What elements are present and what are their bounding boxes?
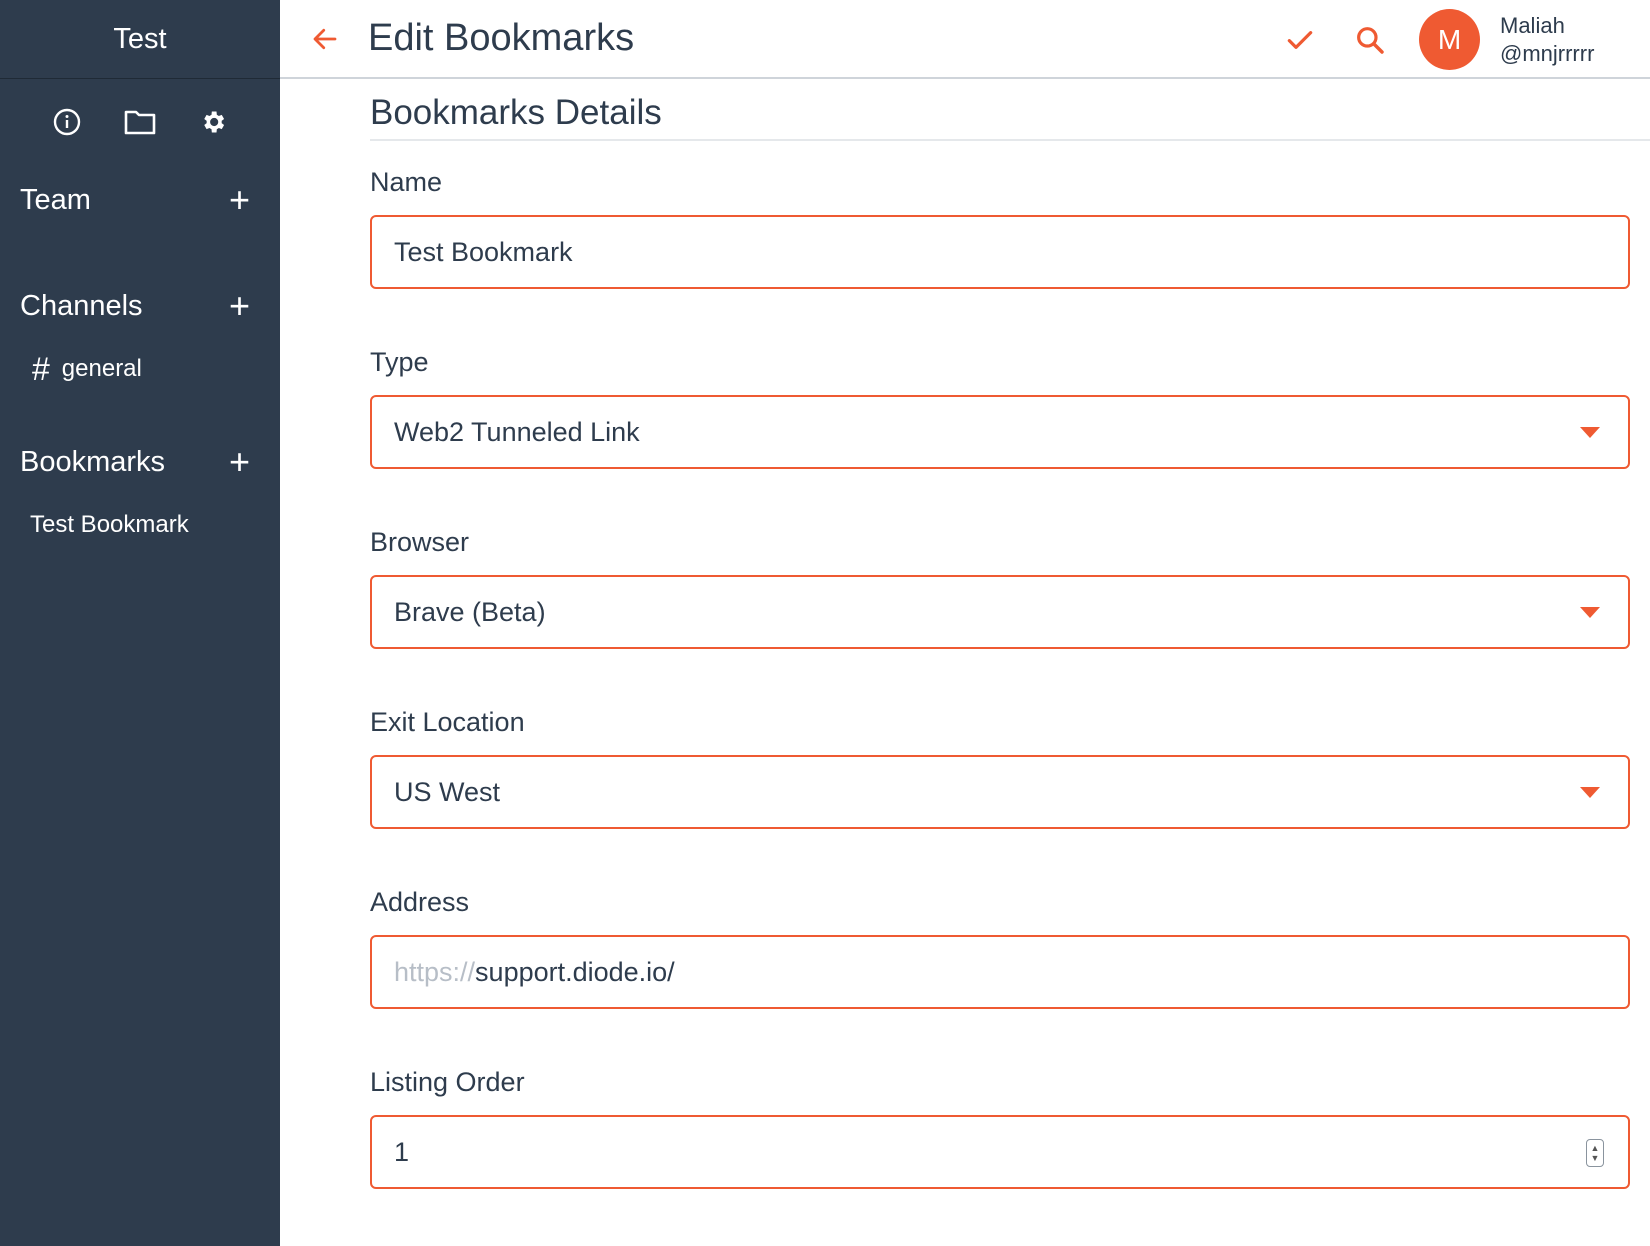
sidebar: Test Team + Channels + # general Bookmar… — [0, 0, 280, 1246]
add-channel-button[interactable]: + — [229, 288, 250, 324]
sidebar-section-team: Team + — [0, 165, 280, 235]
type-value: Web2 Tunneled Link — [394, 416, 640, 447]
type-select[interactable]: Web2 Tunneled Link — [370, 395, 1630, 469]
channel-label: general — [61, 355, 142, 382]
folder-icon[interactable] — [123, 105, 157, 139]
save-check-button[interactable] — [1265, 0, 1335, 79]
bookmark-form: Bookmarks Details Name Test Bookmark Typ… — [370, 79, 1650, 1246]
address-prefix: https:// — [394, 956, 476, 987]
add-team-button[interactable]: + — [229, 182, 250, 218]
address-input[interactable]: https:// support.diode.io/ — [370, 935, 1630, 1009]
name-label: Name — [370, 167, 443, 197]
back-arrow-icon[interactable] — [290, 0, 360, 78]
address-label: Address — [370, 887, 470, 917]
sidebar-item-general[interactable]: # general — [0, 341, 280, 397]
top-header: Edit Bookmarks M Maliah @mnjrrrrr — [280, 0, 1650, 79]
user-info[interactable]: Maliah @mnjrrrrr — [1500, 12, 1650, 68]
name-input[interactable]: Test Bookmark — [370, 215, 1630, 289]
sidebar-section-bookmarks: Bookmarks + — [0, 427, 280, 497]
header-actions: M Maliah @mnjrrrrr — [1265, 0, 1650, 79]
number-stepper-icon[interactable]: ▲ ▼ — [1586, 1139, 1604, 1167]
team-label[interactable]: Team — [20, 184, 91, 217]
browser-value: Brave (Beta) — [394, 596, 546, 627]
exit-location-label: Exit Location — [370, 707, 525, 737]
gear-icon[interactable] — [196, 105, 230, 139]
sidebar-item-test-bookmark[interactable]: Test Bookmark — [0, 497, 280, 553]
avatar[interactable]: M — [1419, 9, 1480, 70]
section-title: Bookmarks Details — [370, 93, 662, 132]
search-icon — [1357, 26, 1384, 54]
user-name: Maliah — [1500, 12, 1565, 38]
channels-label[interactable]: Channels — [20, 290, 143, 323]
divider — [370, 139, 1650, 141]
listing-order-input[interactable]: 1 ▲ ▼ — [370, 1115, 1630, 1189]
bookmarks-label[interactable]: Bookmarks — [20, 446, 165, 479]
chevron-down-icon — [1580, 607, 1600, 618]
listing-order-value: 1 — [394, 1136, 410, 1167]
user-handle: @mnjrrrrr — [1500, 40, 1595, 66]
exit-location-value: US West — [394, 776, 501, 807]
name-value: Test Bookmark — [394, 236, 573, 267]
browser-label: Browser — [370, 527, 470, 557]
search-button[interactable] — [1335, 0, 1405, 79]
check-icon — [1287, 30, 1313, 49]
type-label: Type — [370, 347, 429, 377]
chevron-down-icon — [1580, 427, 1600, 438]
browser-select[interactable]: Brave (Beta) — [370, 575, 1630, 649]
sidebar-toolbar — [0, 79, 280, 165]
add-bookmark-button[interactable]: + — [229, 444, 250, 480]
workspace-title[interactable]: Test — [0, 0, 280, 79]
listing-order-label: Listing Order — [370, 1067, 525, 1097]
sidebar-section-channels: Channels + — [0, 271, 280, 341]
exit-location-select[interactable]: US West — [370, 755, 1630, 829]
address-value: support.diode.io/ — [475, 956, 675, 987]
hash-icon: # — [32, 350, 50, 387]
info-icon[interactable] — [50, 105, 84, 139]
page-title: Edit Bookmarks — [368, 17, 635, 59]
chevron-down-icon — [1580, 787, 1600, 798]
